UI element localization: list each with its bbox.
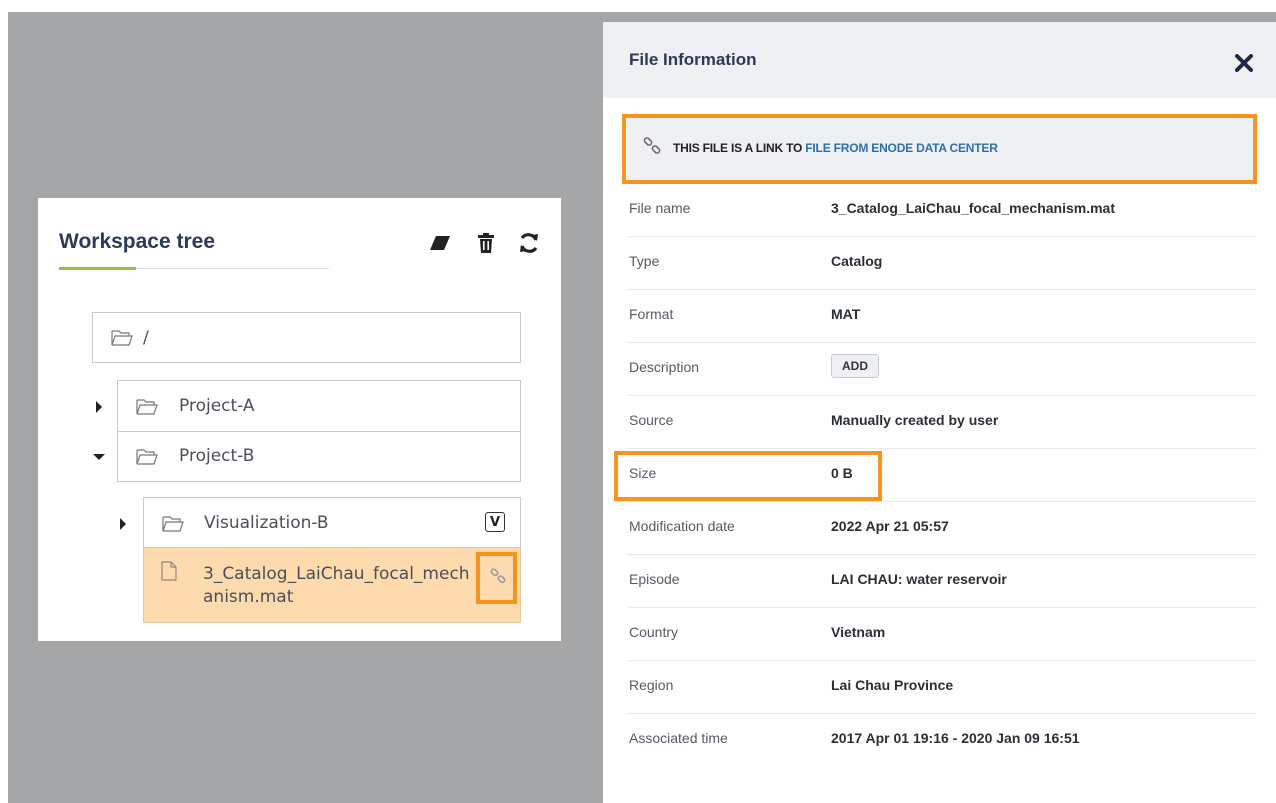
info-label: Modification date (629, 518, 735, 534)
tree-node-project-a[interactable]: Project-A (117, 380, 521, 432)
info-label: Type (629, 253, 660, 269)
info-row-format: Format MAT (627, 289, 1257, 343)
trash-icon[interactable] (474, 231, 498, 255)
folder-icon (136, 449, 158, 465)
info-value: 3_Catalog_LaiChau_focal_mechanism.mat (831, 200, 1115, 216)
info-row-file-name: File name 3_Catalog_LaiChau_focal_mechan… (627, 183, 1257, 237)
close-icon[interactable] (1233, 52, 1255, 74)
info-label: Associated time (629, 730, 728, 746)
panel-header: File Information (603, 22, 1276, 98)
link-banner-highlight (622, 114, 1257, 184)
info-value: Vietnam (831, 624, 886, 640)
visualization-badge: V (485, 512, 505, 532)
info-label: Episode (629, 571, 680, 587)
info-row-description: Description ADD (627, 342, 1257, 396)
refresh-icon[interactable] (517, 231, 541, 255)
caret-right-icon[interactable] (116, 517, 130, 531)
info-value: MAT (831, 306, 861, 322)
info-value: 2022 Apr 21 05:57 (831, 518, 949, 534)
tree-node-label: 3_Catalog_LaiChau_focal_mechanism.mat (203, 564, 470, 607)
info-row-episode: Episode LAI CHAU: water reservoir (627, 554, 1257, 608)
add-description-button[interactable]: ADD (831, 354, 879, 378)
tree-node-root[interactable]: / (92, 312, 521, 363)
tree-node-label: / (143, 328, 149, 348)
info-row-associated-time: Associated time 2017 Apr 01 19:16 - 2020… (627, 713, 1257, 766)
info-row-type: Type Catalog (627, 236, 1257, 290)
link-icon-highlight (476, 552, 517, 604)
info-label: Country (629, 624, 679, 640)
workspace-tree-title: Workspace tree (59, 230, 216, 253)
info-value: LAI CHAU: water reservoir (831, 571, 1007, 587)
size-row-highlight (614, 451, 882, 501)
panel-title: File Information (629, 50, 757, 69)
folder-icon (162, 516, 184, 532)
info-row-country: Country Vietnam (627, 607, 1257, 661)
tree-node-project-b[interactable]: Project-B (117, 431, 521, 482)
info-value: Lai Chau Province (831, 677, 954, 693)
caret-down-icon[interactable] (92, 450, 106, 464)
info-row-modification-date: Modification date 2022 Apr 21 05:57 (627, 501, 1257, 555)
tree-node-file-selected[interactable]: 3_Catalog_LaiChau_focal_mechanism.mat (143, 547, 521, 623)
title-accent-bar (59, 267, 136, 270)
info-label: Region (629, 677, 674, 693)
caret-right-icon[interactable] (92, 400, 106, 414)
tree-node-label: Project-B (179, 446, 255, 466)
file-icon (161, 561, 177, 581)
tree-node-visualization-b[interactable]: Visualization-B V (143, 497, 521, 548)
info-row-region: Region Lai Chau Province (627, 660, 1257, 714)
info-label: Format (629, 306, 674, 322)
folder-icon (111, 330, 133, 346)
eraser-icon[interactable] (428, 231, 452, 255)
info-row-source: Source Manually created by user (627, 395, 1257, 449)
tree-node-label: Visualization-B (204, 513, 329, 533)
info-label: File name (629, 200, 691, 216)
info-value: 2017 Apr 01 19:16 - 2020 Jan 09 16:51 (831, 730, 1080, 746)
info-value: Manually created by user (831, 412, 999, 428)
tree-node-label: Project-A (179, 396, 255, 416)
info-value: Catalog (831, 253, 883, 269)
info-label: Description (629, 359, 700, 375)
info-label: Source (629, 412, 674, 428)
folder-icon (136, 399, 158, 415)
